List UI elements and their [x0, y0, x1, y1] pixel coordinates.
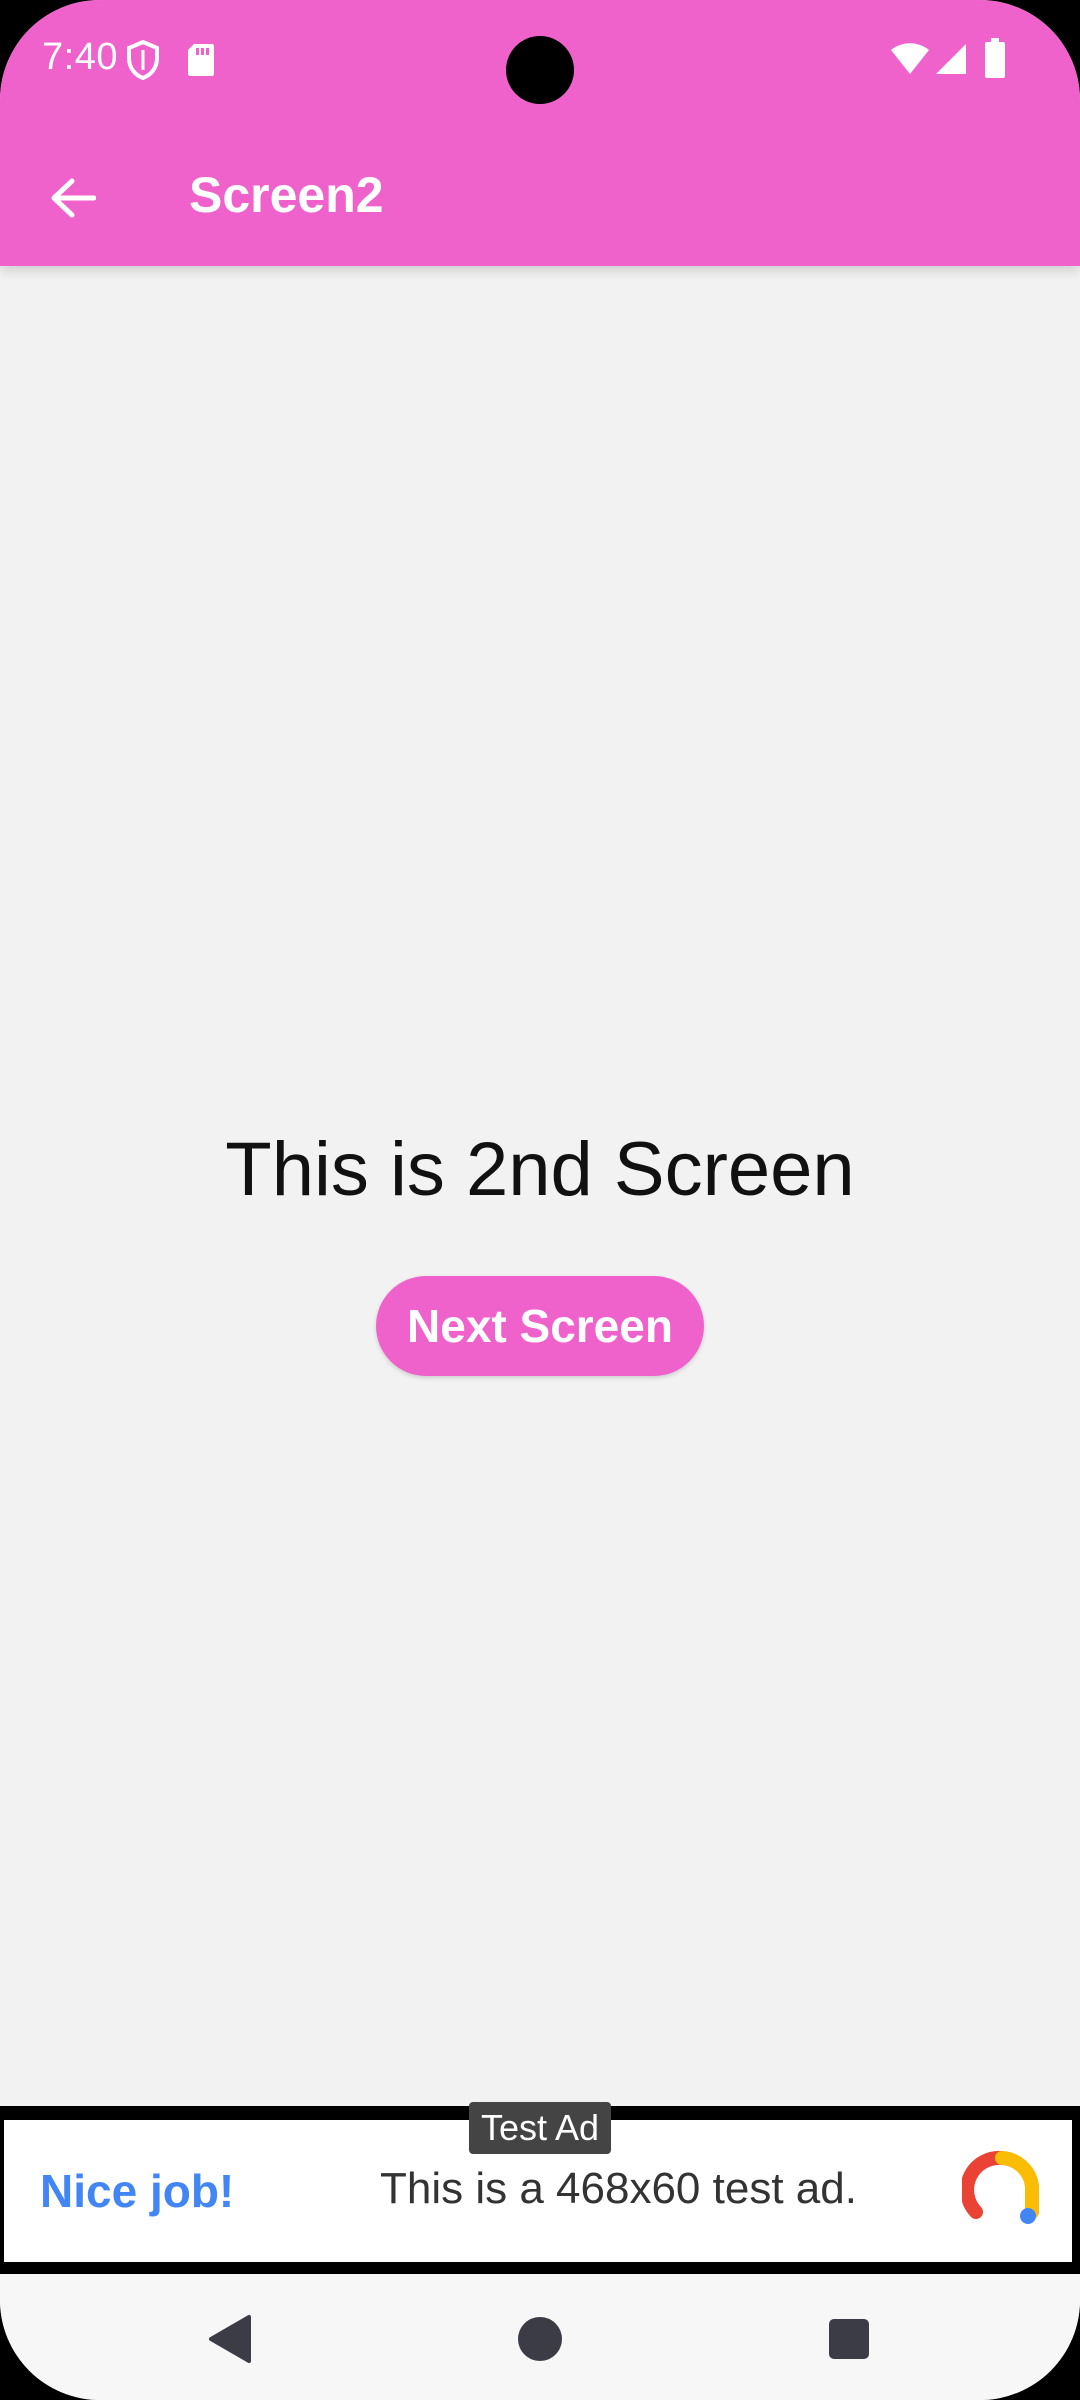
back-triangle-icon [209, 2315, 251, 2363]
navigation-bar [0, 2274, 1080, 2400]
signal-icon [936, 44, 966, 74]
battery-icon [985, 38, 1005, 78]
arrow-back-icon [51, 178, 96, 218]
nav-back-button[interactable] [194, 2304, 264, 2374]
recents-square-icon [829, 2319, 869, 2359]
phone-screen: 7:40 Screen2 This is 2nd Screen Next Scr… [0, 0, 1080, 2400]
status-bar: 7:40 [0, 0, 1080, 120]
ad-headline[interactable]: Nice job! [40, 2164, 234, 2218]
page-title: Screen2 [189, 167, 384, 223]
home-circle-icon [518, 2317, 562, 2361]
camera-cutout [506, 36, 574, 104]
admob-logo-icon[interactable] [962, 2150, 1042, 2230]
shield-icon [127, 40, 159, 80]
ad-body-text[interactable]: This is a 468x60 test ad. [380, 2164, 857, 2214]
wifi-icon [891, 43, 929, 74]
screen-message: This is 2nd Screen [225, 1127, 855, 1212]
next-screen-button[interactable]: Next Screen [376, 1276, 704, 1376]
top-app-area: 7:40 Screen2 [0, 0, 1080, 266]
nav-recents-button[interactable] [814, 2304, 884, 2374]
sd-card-icon [188, 44, 214, 76]
test-ad-label: Test Ad [469, 2102, 611, 2154]
back-button[interactable] [30, 155, 116, 241]
main-content: This is 2nd Screen Next Screen [0, 266, 1080, 2106]
status-time: 7:40 [42, 36, 118, 78]
nav-home-button[interactable] [505, 2304, 575, 2374]
app-bar: Screen2 [0, 120, 1080, 266]
